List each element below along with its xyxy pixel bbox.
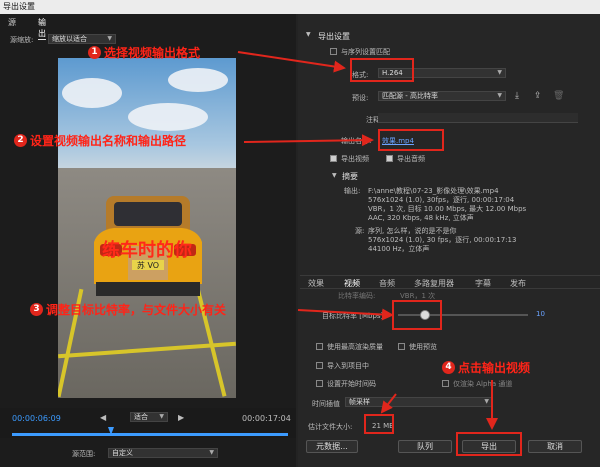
step4-annotation: 点击输出视频 (458, 361, 531, 375)
annotation-arrows (237, 51, 498, 430)
step2-badge: 2 (14, 134, 27, 147)
step3-badge: 3 (30, 303, 43, 316)
step4-badge: 4 (442, 361, 455, 374)
step2-annotation: 设置视频输出名称和输出路径 (30, 134, 187, 148)
step1-badge: 1 (88, 46, 101, 59)
step1-annotation: 选择视频输出格式 (104, 46, 201, 60)
step3-annotation: 调整目标比特率，与文件大小有关 (46, 303, 227, 317)
